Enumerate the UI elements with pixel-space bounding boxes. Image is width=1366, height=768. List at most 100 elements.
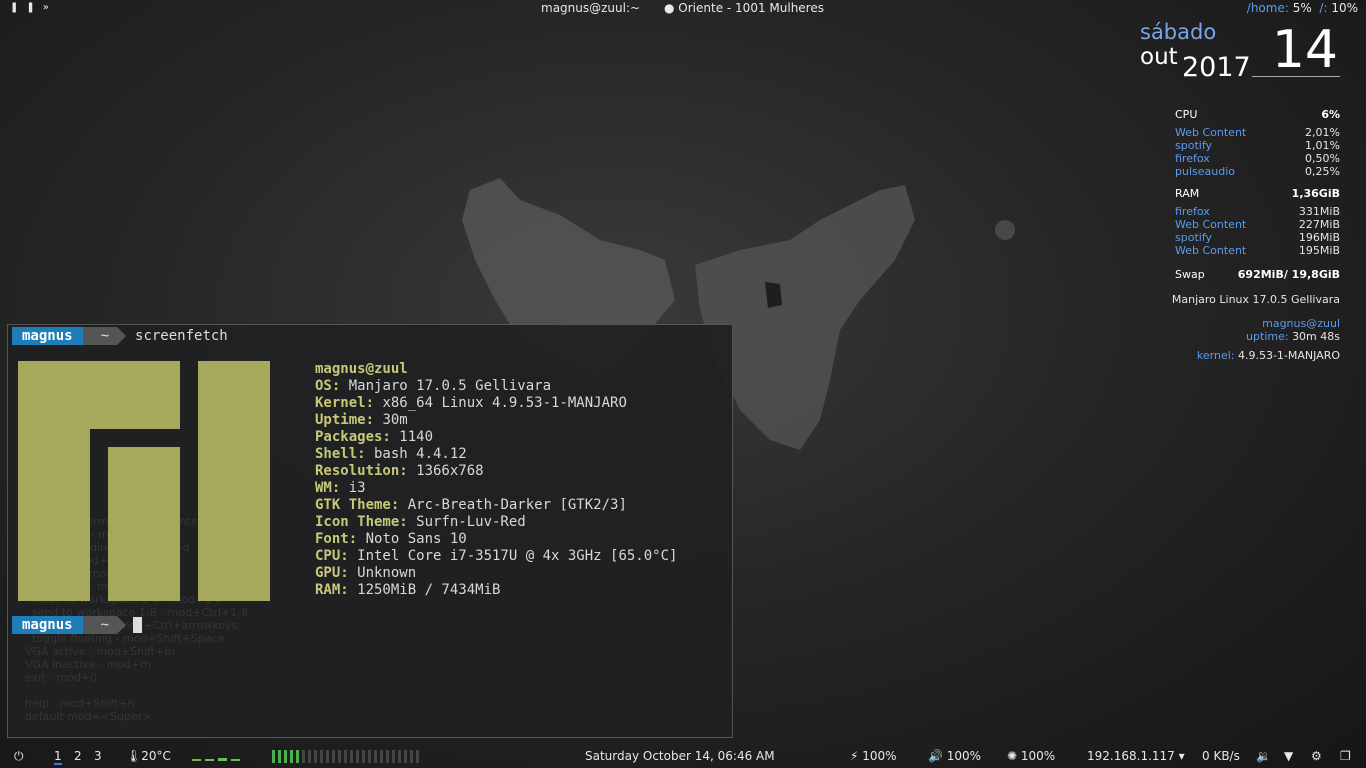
cpu-bar-segment xyxy=(332,750,335,763)
date-underline xyxy=(1252,76,1340,77)
list-item: spotify 196MiB xyxy=(1140,231,1340,244)
cpu-header: CPU 6% xyxy=(1140,108,1340,121)
manjaro-logo xyxy=(18,361,270,601)
swap-label: Swap xyxy=(1175,268,1205,281)
info-value: x86_64 Linux 4.9.53-1-MANJARO xyxy=(374,395,627,411)
list-item: Web Content 2,01% xyxy=(1140,126,1340,139)
swap-row: Swap 692MiB/ 19,8GiB xyxy=(1140,268,1340,281)
kernel-label: kernel: xyxy=(1196,349,1235,362)
workspace-3[interactable]: 3 xyxy=(94,749,102,763)
uptime-label: uptime: xyxy=(1246,330,1289,343)
cpu-bar-segment xyxy=(380,750,383,763)
wifi-icon[interactable]: ▼ xyxy=(1284,749,1293,763)
info-key: Font: xyxy=(315,531,358,547)
ip-address[interactable]: 192.168.1.117 ▾ xyxy=(1087,749,1185,763)
proc-value: 0,50% xyxy=(1305,152,1340,165)
list-item: firefox 0,50% xyxy=(1140,152,1340,165)
song-title: Oriente - 1001 Mulheres xyxy=(678,1,824,15)
media-controls[interactable]: ❚❚» xyxy=(10,2,57,13)
info-key: RAM: xyxy=(315,582,349,598)
cpu-bar-segment xyxy=(284,750,287,763)
info-key: GTK Theme: xyxy=(315,497,400,513)
proc-name: Web Content xyxy=(1175,244,1247,257)
conky-date: sábado out 2017 14 xyxy=(1140,20,1340,92)
net-speed: 0 KB/s xyxy=(1202,749,1240,763)
cpu-label: CPU xyxy=(1175,108,1198,121)
uptime-row: uptime: 30m 48s xyxy=(1140,330,1340,343)
os-name: Manjaro Linux 17.0.5 Gellivara xyxy=(1171,293,1340,306)
temperature: 🌡20°C xyxy=(126,749,171,763)
gear-icon[interactable]: ⚙ xyxy=(1311,749,1322,763)
swap-value: 692MiB/ 19,8GiB xyxy=(1237,268,1340,281)
info-key: Resolution: xyxy=(315,463,408,479)
terminal-cursor[interactable] xyxy=(133,617,143,633)
info-key: GPU: xyxy=(315,565,349,581)
info-value: 1140 xyxy=(390,429,434,445)
list-item: Web Content 227MiB xyxy=(1140,218,1340,231)
year: 2017 xyxy=(1182,52,1251,83)
power-icon[interactable]: ⏻ xyxy=(14,749,24,764)
cpu-bar-segment xyxy=(404,750,407,763)
cpu-bar-segment xyxy=(410,750,413,763)
cpu-bar-segment xyxy=(362,750,365,763)
info-value: Unknown xyxy=(348,565,417,581)
window-title: magnus@zuul:~ xyxy=(541,1,641,15)
proc-value: 2,01% xyxy=(1305,126,1340,139)
proc-name: firefox xyxy=(1175,152,1210,165)
terminal-window[interactable]: open new terminal - mod+Enter kill focus… xyxy=(7,324,733,738)
info-key: Kernel: xyxy=(315,395,375,411)
info-userhost: magnus@zuul xyxy=(315,361,408,377)
cpu-bar-segment xyxy=(392,750,395,763)
info-value: 1250MiB / 7434MiB xyxy=(348,582,501,598)
list-item: spotify 1,01% xyxy=(1140,139,1340,152)
network-graph xyxy=(192,758,240,761)
uptime-value: 30m 48s xyxy=(1292,330,1340,343)
cpu-bar-segment xyxy=(374,750,377,763)
cpu-bar-segment xyxy=(350,750,353,763)
weekday: sábado xyxy=(1140,20,1217,44)
pause-icon[interactable]: ❚❚ xyxy=(10,2,43,13)
brightness-value: 100% xyxy=(1020,749,1056,763)
windows-icon[interactable]: ❐ xyxy=(1340,749,1351,763)
cpu-bar-segment xyxy=(398,750,401,763)
cpu-bar-segment xyxy=(302,750,305,763)
screenfetch-info: magnus@zuul OS: Manjaro 17.0.5 Gellivara… xyxy=(315,361,677,599)
workspace-2[interactable]: 2 xyxy=(74,749,82,763)
volume[interactable]: 🔊 100% xyxy=(928,749,981,763)
user-host: magnus@zuul xyxy=(1262,317,1340,330)
workspace-1[interactable]: 1 xyxy=(54,749,62,765)
volume-tray-icon[interactable]: 🔉 xyxy=(1256,749,1271,763)
cpu-bar-segment xyxy=(296,750,299,763)
prompt-dir: ~ xyxy=(82,327,127,345)
info-value: Arc-Breath-Darker [GTK2/3] xyxy=(399,497,627,513)
month: out xyxy=(1140,44,1178,70)
prompt-dir: ~ xyxy=(82,616,127,634)
info-key: Icon Theme: xyxy=(315,514,408,530)
info-value: Surfn-Luv-Red xyxy=(407,514,526,530)
prompt-line: magnus ~ screenfetch xyxy=(12,327,228,345)
cpu-bar-segment xyxy=(314,750,317,763)
proc-name: Web Content xyxy=(1175,126,1247,139)
bottom-bar: ⏻ 1 2 3 🌡20°C Saturday October 14, 06:46… xyxy=(0,746,1366,768)
temperature-value: 20°C xyxy=(141,749,171,763)
proc-value: 1,01% xyxy=(1305,139,1340,152)
kernel-row: kernel: 4.9.53-1-MANJARO xyxy=(1140,349,1340,362)
info-value: bash 4.4.12 xyxy=(365,446,467,462)
power-plug-icon: ⚡ xyxy=(850,749,863,763)
info-key: Packages: xyxy=(315,429,391,445)
next-icon[interactable]: » xyxy=(43,2,57,13)
proc-name: Web Content xyxy=(1175,218,1247,231)
list-item: pulseaudio 0,25% xyxy=(1140,165,1340,178)
now-playing[interactable]: ● Oriente - 1001 Mulheres xyxy=(664,1,824,15)
cpu-bar-segment xyxy=(290,750,293,763)
proc-name: spotify xyxy=(1175,231,1213,244)
spotify-icon: ● xyxy=(664,1,679,15)
proc-name: firefox xyxy=(1175,205,1210,218)
brightness[interactable]: ✺ 100% xyxy=(1007,749,1055,763)
kernel-value: 4.9.53-1-MANJARO xyxy=(1237,349,1340,362)
cpu-bar-segment xyxy=(344,750,347,763)
cpu-bar-segment xyxy=(308,750,311,763)
datetime[interactable]: Saturday October 14, 06:46 AM xyxy=(585,749,775,763)
info-key: Shell: xyxy=(315,446,366,462)
day-number: 14 xyxy=(1271,20,1338,80)
